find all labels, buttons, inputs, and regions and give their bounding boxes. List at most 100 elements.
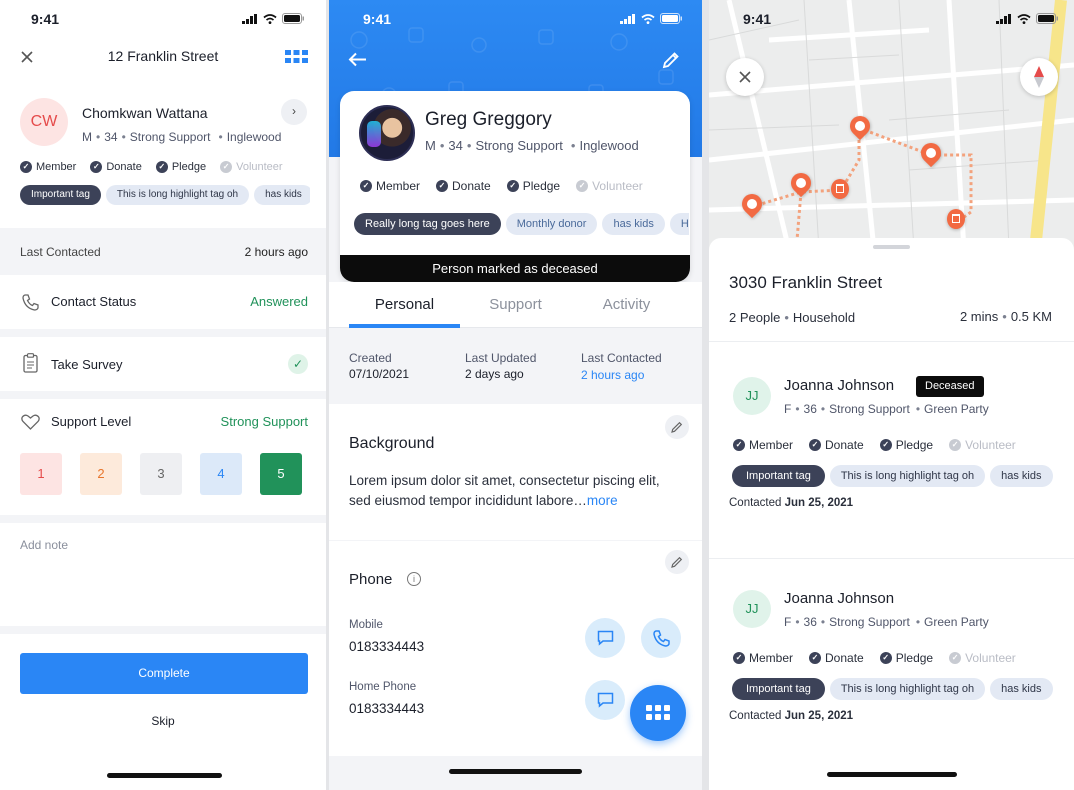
check-pledge: ✓ Pledge xyxy=(506,179,560,193)
status-time: 9:41 xyxy=(363,11,392,27)
person-card[interactable]: JJ Joanna Johnson F • 36 • Strong Support • Gr… xyxy=(709,571,1074,771)
contact-status-label: Contact Status xyxy=(51,294,137,309)
avatar: CW xyxy=(20,98,68,146)
tag[interactable]: Monthly donor xyxy=(505,213,598,235)
note-input[interactable]: Add note xyxy=(0,523,326,626)
battery-icon xyxy=(660,13,682,24)
tag[interactable]: Important tag xyxy=(732,678,825,700)
building-pin[interactable] xyxy=(947,209,965,229)
tag[interactable]: has kids xyxy=(602,213,665,235)
background-title: Background xyxy=(349,435,435,452)
tag[interactable]: Ho xyxy=(1057,465,1058,487)
check-icon: ✓ xyxy=(809,652,822,664)
tag[interactable]: This is long highlight tag oh xyxy=(829,465,986,487)
tag[interactable]: Ho xyxy=(1057,678,1058,700)
tag-list: Important tag This is long highlight tag… xyxy=(732,678,1058,700)
chevron-right-icon[interactable]: › xyxy=(281,99,307,125)
phone-icon xyxy=(22,294,39,311)
tab-support[interactable]: Support xyxy=(460,296,571,313)
check-icon: ✓ xyxy=(733,439,745,451)
person-avatar: JJ xyxy=(733,590,771,628)
tag[interactable]: Important tag xyxy=(20,185,101,205)
person-card[interactable]: JJ Joanna Johnson Deceased F • 36 • Strong S… xyxy=(709,358,1074,558)
phone-icon xyxy=(652,629,670,647)
status-bar: 9:41 xyxy=(0,0,326,38)
tag[interactable]: This is long highlight tag oh xyxy=(829,678,986,700)
check-icon: ✓ xyxy=(879,439,892,451)
contact-status-row[interactable]: Contact Status Answered xyxy=(0,276,326,329)
check-icon: ✓ xyxy=(436,180,449,192)
support-level-2[interactable]: 2 xyxy=(80,453,122,495)
deceased-badge: Deceased xyxy=(916,376,984,397)
sheet-handle[interactable] xyxy=(873,245,910,249)
tag[interactable]: This is long highlight tag oh xyxy=(105,185,250,205)
home-indicator xyxy=(449,769,582,774)
support-level-value: Strong Support xyxy=(220,414,308,429)
back-arrow-icon[interactable] xyxy=(348,52,367,67)
actions-fab[interactable] xyxy=(630,685,686,741)
tag[interactable]: has kids xyxy=(254,185,310,205)
status-checks: ✓ Member ✓ Donate ✓ Pledge ✓ Volunteer xyxy=(733,438,1016,452)
battery-icon xyxy=(282,13,304,24)
grid-menu-icon xyxy=(646,705,670,720)
mobile-value: 0183334443 xyxy=(349,639,425,654)
location: Inglewood xyxy=(579,138,639,153)
message-button[interactable] xyxy=(585,618,625,658)
support-level-3[interactable]: 3 xyxy=(140,453,182,495)
check-icon: ✓ xyxy=(733,652,745,664)
support-level-1[interactable]: 1 xyxy=(20,453,62,495)
support-level-5[interactable]: 5 xyxy=(260,453,302,495)
home-phone-value: 0183334443 xyxy=(349,701,425,716)
last-updated-label: Last Updated xyxy=(465,351,537,365)
last-contacted-value: 2 hours ago xyxy=(244,245,308,259)
check-icon: ✓ xyxy=(879,652,892,664)
complete-button[interactable]: Complete xyxy=(20,653,308,694)
info-icon[interactable]: i xyxy=(407,572,421,586)
edit-pencil-icon xyxy=(671,556,683,568)
edit-phone-button[interactable] xyxy=(665,550,689,574)
background-text: Lorem ipsum dolor sit amet, consectetur … xyxy=(349,473,660,488)
household-map-screen: 9:41 3030 Franklin Street 2 People • House… xyxy=(709,0,1074,790)
household-type: Household xyxy=(792,310,856,325)
building-pin[interactable] xyxy=(831,179,849,199)
tab-personal[interactable]: Personal xyxy=(349,296,460,313)
status-icons xyxy=(996,13,1058,24)
heart-icon xyxy=(21,414,40,430)
check-pledge: ✓ Pledge xyxy=(879,438,933,452)
edit-pencil-icon[interactable] xyxy=(662,51,680,69)
last-contacted-link[interactable]: 2 hours ago xyxy=(581,368,644,382)
compass-button[interactable] xyxy=(1020,58,1058,96)
created-label: Created xyxy=(349,351,392,365)
status-bar: 9:41 xyxy=(709,0,1074,38)
location: Inglewood xyxy=(226,130,282,144)
tab-activity[interactable]: Activity xyxy=(571,296,682,313)
check-member: ✓ Member xyxy=(733,651,793,665)
message-button[interactable] xyxy=(585,680,625,720)
tag[interactable]: Really long tag goes here xyxy=(354,213,501,235)
page-title: 12 Franklin Street xyxy=(107,48,219,64)
check-volunteer: ✓ Volunteer xyxy=(949,651,1016,665)
home-indicator xyxy=(107,773,222,778)
tag[interactable]: Ho xyxy=(669,213,689,235)
take-survey-row[interactable]: Take Survey ✓ xyxy=(0,337,326,391)
tag[interactable]: has kids xyxy=(990,678,1053,700)
edit-background-button[interactable] xyxy=(665,415,689,439)
map-view[interactable]: 9:41 xyxy=(709,0,1074,250)
grid-menu-icon[interactable] xyxy=(285,50,308,64)
skip-button[interactable]: Skip xyxy=(0,714,326,728)
tag[interactable]: has kids xyxy=(990,465,1053,487)
household-address: 3030 Franklin Street xyxy=(729,273,883,292)
profile-screen: 9:41 Greg Greggory M • 34 • Strong Support • I… xyxy=(329,0,702,790)
tag[interactable]: Important tag xyxy=(732,465,825,487)
check-icon: ✓ xyxy=(949,439,962,451)
more-link[interactable]: more xyxy=(587,493,618,508)
call-button[interactable] xyxy=(641,618,681,658)
support-level-4[interactable]: 4 xyxy=(200,453,242,495)
chat-icon xyxy=(597,630,613,646)
status-time: 9:41 xyxy=(743,11,772,27)
check-icon: ✓ xyxy=(809,439,822,451)
check-icon: ✓ xyxy=(360,180,372,192)
support-level-label: Support Level xyxy=(51,414,132,429)
check-volunteer: ✓ Volunteer xyxy=(576,179,643,193)
close-map-button[interactable] xyxy=(726,58,764,96)
